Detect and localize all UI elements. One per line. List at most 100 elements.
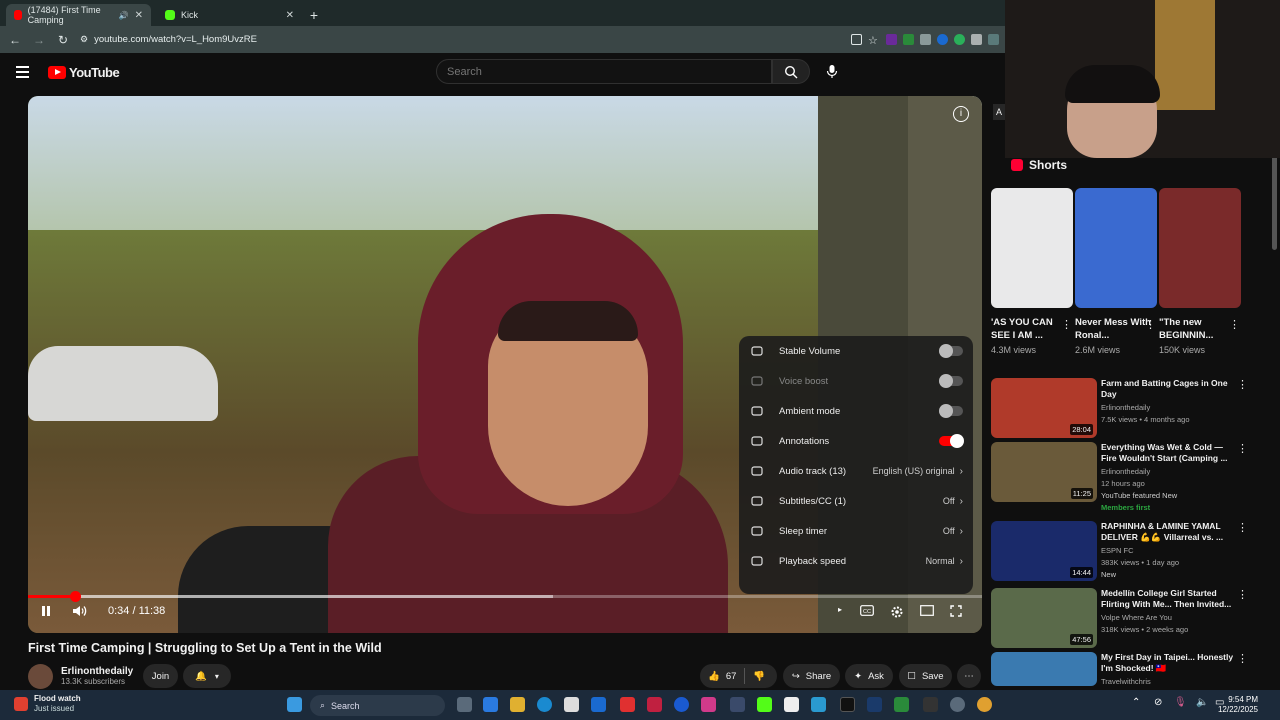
settings-button[interactable] <box>890 605 904 622</box>
app-icon[interactable] <box>647 697 662 712</box>
progress-bar[interactable] <box>28 591 982 602</box>
video-channel[interactable]: Volpe Where Are You <box>1101 613 1172 623</box>
settings-row[interactable]: Subtitles/CC (1) Off › <box>739 486 973 516</box>
video-more-icon[interactable]: ⋮ <box>1237 652 1248 665</box>
notifications-button[interactable]: 🔔 ▾ <box>183 664 231 688</box>
mail-icon[interactable] <box>591 697 606 712</box>
voice-search-button[interactable] <box>826 64 838 82</box>
video-channel[interactable]: Erlinonthedaily <box>1101 467 1150 477</box>
tab-youtube[interactable]: (17484) First Time Camping 🔊 ✕ <box>6 4 151 26</box>
video-thumbnail[interactable]: 11:25 <box>991 442 1097 502</box>
join-button[interactable]: Join <box>143 664 178 688</box>
hamburger-menu-icon[interactable] <box>16 66 38 78</box>
app-icon[interactable] <box>950 697 965 712</box>
epic-games-icon[interactable] <box>923 697 938 712</box>
address-bar[interactable]: ⚙ youtube.com/watch?v=L_Hom9UvzRE <box>80 34 780 45</box>
copilot-icon[interactable] <box>483 697 498 712</box>
settings-toggle[interactable] <box>939 434 964 448</box>
video-title[interactable]: RAPHINHA & LAMINE YAMAL DELIVER 💪💪 Villa… <box>1101 521 1239 543</box>
short-thumbnail[interactable] <box>1159 188 1241 308</box>
video-title[interactable]: Medellín College Girl Started Flirting W… <box>1101 588 1239 610</box>
short-thumbnail[interactable] <box>991 188 1073 308</box>
video-thumbnail[interactable]: 14:44 <box>991 521 1097 581</box>
extension-icon[interactable] <box>920 34 931 45</box>
recommended-video[interactable]: 28:04 Farm and Batting Cages in One Day Er… <box>991 378 1251 440</box>
settings-row[interactable]: Voice boost <box>739 366 973 396</box>
weather-widget[interactable]: Flood watch Just issued <box>14 694 81 714</box>
video-player[interactable]: i Stable Volume Voice boost Ambient mode An… <box>28 96 982 633</box>
short-thumbnail[interactable] <box>1075 188 1157 308</box>
video-more-icon[interactable]: ⋮ <box>1237 442 1248 455</box>
video-thumbnail[interactable] <box>991 652 1097 686</box>
fullscreen-button[interactable] <box>950 605 962 620</box>
app-icon[interactable] <box>894 697 909 712</box>
volume-button[interactable] <box>72 605 88 620</box>
dislike-button[interactable]: 👎 <box>753 671 765 682</box>
video-title[interactable]: My First Day in Taipei... Honestly I'm S… <box>1101 652 1239 674</box>
recommended-video[interactable]: 47:56 Medellín College Girl Started Flirt… <box>991 588 1251 650</box>
settings-row[interactable]: Sleep timer Off › <box>739 516 973 546</box>
edge-icon[interactable] <box>537 697 552 712</box>
video-more-icon[interactable]: ⋮ <box>1237 521 1248 534</box>
bookmark-star-icon[interactable]: ☆ <box>868 34 880 47</box>
video-thumbnail[interactable]: 28:04 <box>991 378 1097 438</box>
extension-puzzle-icon[interactable] <box>988 34 999 45</box>
video-thumbnail[interactable]: 47:56 <box>991 588 1097 648</box>
more-actions-button[interactable]: ⋯ <box>957 664 981 688</box>
facebook-icon[interactable] <box>674 697 689 712</box>
settings-toggle[interactable] <box>939 374 963 388</box>
extension-blue-icon[interactable] <box>937 34 948 45</box>
back-icon[interactable]: ← <box>8 33 22 47</box>
short-title[interactable]: "The new BEGINNIN... <box>1159 316 1237 342</box>
like-button[interactable]: 👍 67 <box>708 671 736 682</box>
close-tab-icon[interactable]: ✕ <box>286 10 294 21</box>
tab-kick[interactable]: Kick ✕ <box>157 4 302 26</box>
info-icon[interactable]: i <box>953 106 969 122</box>
recommended-video[interactable]: 11:25 Everything Was Wet & Cold — Fire Wo… <box>991 442 1251 512</box>
kick-app-icon[interactable] <box>757 697 772 712</box>
short-title[interactable]: Never Mess With Ronal... <box>1075 316 1153 342</box>
site-info-icon[interactable]: ⚙ <box>80 34 88 45</box>
settings-row[interactable]: Audio track (13) English (US) original › <box>739 456 973 486</box>
tiktok-icon[interactable] <box>840 697 855 712</box>
search-button[interactable] <box>772 59 810 84</box>
video-title[interactable]: Everything Was Wet & Cold — Fire Wouldn'… <box>1101 442 1239 464</box>
ask-button[interactable]: ✦ Ask <box>845 664 893 688</box>
windows-start-icon[interactable] <box>287 697 302 712</box>
task-view-icon[interactable] <box>457 697 472 712</box>
youtube-logo[interactable]: YouTube <box>48 65 120 80</box>
taskbar-search[interactable]: ⌕ Search <box>310 695 445 716</box>
video-more-icon[interactable]: ⋮ <box>1237 378 1248 391</box>
close-tab-icon[interactable]: ✕ <box>135 10 143 21</box>
reload-icon[interactable]: ↻ <box>56 33 70 47</box>
instagram-icon[interactable] <box>701 697 716 712</box>
short-title[interactable]: 'AS YOU CAN SEE I AM ... <box>991 316 1069 342</box>
settings-row[interactable]: Stable Volume <box>739 336 973 366</box>
forward-icon[interactable]: → <box>32 33 46 47</box>
steam-icon[interactable] <box>867 697 882 712</box>
recommended-video[interactable]: 14:44 RAPHINHA & LAMINE YAMAL DELIVER 💪💪 … <box>991 521 1251 583</box>
search-input[interactable] <box>436 59 772 84</box>
sidebar-chip[interactable]: A <box>993 104 1005 120</box>
settings-toggle[interactable] <box>939 404 963 418</box>
share-button[interactable]: ↪ Share <box>783 664 840 688</box>
sidebar-scrollbar[interactable] <box>1272 155 1277 250</box>
chrome-icon[interactable] <box>977 697 992 712</box>
short-more-icon[interactable]: ⋮ <box>1229 318 1240 331</box>
short-more-icon[interactable]: ⋮ <box>1145 318 1156 331</box>
extension-meter-icon[interactable] <box>903 34 914 45</box>
extension-k-icon[interactable] <box>886 34 897 45</box>
settings-row[interactable]: Playback speed Normal › <box>739 546 973 576</box>
youtube-app-icon[interactable] <box>620 697 635 712</box>
save-button[interactable]: ☐ Save <box>899 664 952 688</box>
amazon-icon[interactable] <box>784 697 799 712</box>
theater-mode-button[interactable] <box>920 605 934 619</box>
app-icon[interactable] <box>730 697 745 712</box>
app-icon[interactable] <box>811 697 826 712</box>
video-channel[interactable]: Erlinonthedaily <box>1101 403 1150 413</box>
channel-name[interactable]: Erlinonthedaily <box>61 666 133 677</box>
settings-row[interactable]: Ambient mode <box>739 396 973 426</box>
subtitles-button[interactable]: CC <box>860 605 874 619</box>
new-tab-button[interactable]: + <box>302 4 326 26</box>
store-icon[interactable] <box>564 697 579 712</box>
